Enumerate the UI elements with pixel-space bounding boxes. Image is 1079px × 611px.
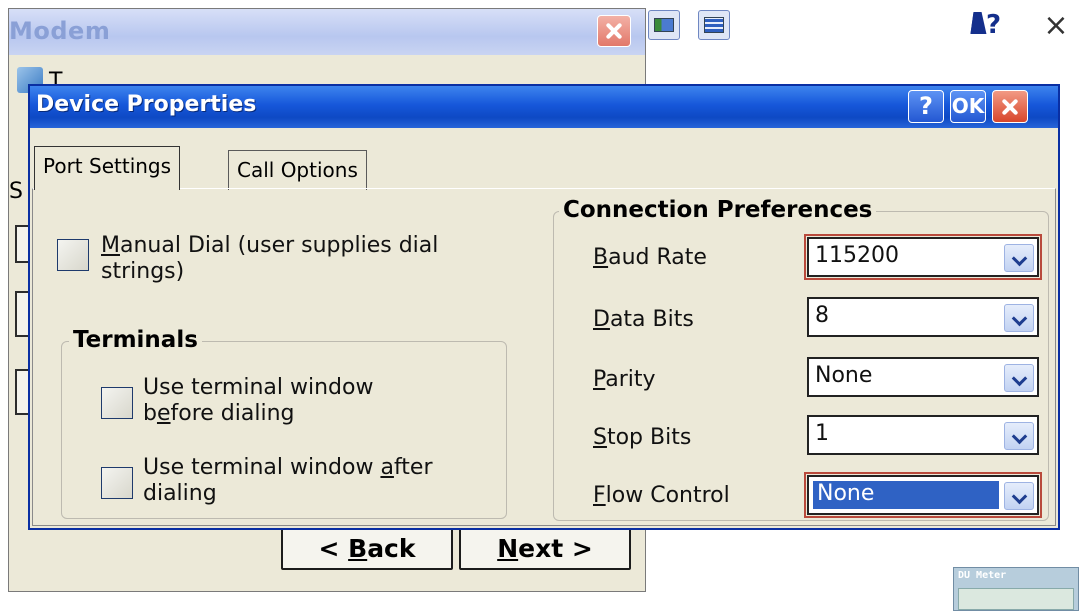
flow-control-value: None (817, 481, 875, 506)
port-settings-panel: Manual Dial (user supplies dial strings)… (32, 188, 1056, 526)
terminal-after-text-rest: fter (393, 455, 433, 480)
modem-title: Modem (9, 17, 111, 45)
manual-dial-label[interactable]: Manual Dial (user supplies dial strings) (101, 233, 438, 285)
parity-select[interactable]: None (807, 357, 1039, 397)
chevron-down-icon[interactable] (1004, 244, 1034, 272)
flow-control-text: low Control (605, 483, 730, 508)
next-button[interactable]: Next > (459, 527, 631, 570)
manual-dial-checkbox[interactable] (57, 239, 89, 271)
flow-control-select[interactable]: None (804, 472, 1042, 518)
next-accesskey: N (497, 534, 519, 563)
modem-text-fragment: S (9, 179, 23, 204)
flow-control-label: Flow Control (593, 483, 730, 508)
data-bits-value: 8 (815, 303, 829, 328)
app-icon (704, 17, 724, 33)
baud-rate-value: 115200 (815, 243, 899, 268)
tab-call-options[interactable]: Call Options (228, 150, 367, 190)
manual-dial-text-line2: strings) (101, 259, 185, 284)
stop-bits-label: Stop Bits (593, 425, 691, 450)
terminal-before-text-rest: fore dialing (170, 401, 295, 426)
parity-value: None (815, 363, 873, 388)
terminal-before-text: Use terminal window (143, 375, 374, 400)
cursor-arrow (970, 12, 990, 34)
terminals-group-title: Terminals (69, 327, 202, 353)
data-bits-text: ata Bits (609, 307, 694, 332)
terminal-after-text: Use terminal window (143, 455, 381, 480)
terminal-before-accesskey: e (156, 401, 171, 426)
help-button[interactable]: ? (908, 90, 944, 123)
data-bits-accesskey: D (593, 307, 610, 332)
back-button[interactable]: < Back (281, 527, 453, 570)
terminal-after-label[interactable]: Use terminal window after dialing (143, 455, 433, 507)
stop-bits-text: top Bits (606, 425, 692, 450)
du-meter-widget[interactable]: DU Meter (953, 567, 1079, 611)
terminal-before-text-pre: b (143, 401, 157, 426)
next-label: ext > (518, 534, 593, 563)
terminal-after-accesskey: a (380, 455, 394, 480)
app-icon (654, 18, 674, 32)
parity-label: Parity (593, 367, 656, 392)
flow-control-selection: None (813, 481, 999, 509)
du-meter-graph (958, 588, 1074, 610)
terminal-before-label[interactable]: Use terminal window before dialing (143, 375, 373, 427)
close-icon[interactable]: × (1038, 8, 1074, 43)
dialog-title: Device Properties (36, 92, 257, 117)
dialog-titlebar[interactable]: Device Properties ? OK (30, 86, 1058, 128)
stop-bits-select[interactable]: 1 (807, 415, 1039, 455)
ok-button[interactable]: OK (950, 90, 986, 123)
dialog-close-button[interactable] (992, 90, 1028, 123)
manual-dial-text: anual Dial (user supplies dial (119, 233, 439, 258)
manual-dial-accesskey: M (101, 233, 120, 258)
baud-rate-accesskey: B (593, 245, 609, 270)
back-accesskey: B (348, 534, 368, 563)
terminal-before-checkbox[interactable] (101, 387, 133, 419)
terminal-after-text-line2: dialing (143, 481, 217, 506)
data-bits-select[interactable]: 8 (807, 297, 1039, 337)
stop-bits-value: 1 (815, 421, 829, 446)
parity-text: arity (605, 367, 656, 392)
help-cursor-icon[interactable]: ? (970, 10, 1012, 42)
terminal-after-checkbox[interactable] (101, 467, 133, 499)
back-prefix: < (318, 534, 349, 563)
tray-button[interactable] (648, 10, 680, 40)
data-bits-label: Data Bits (593, 307, 694, 332)
parity-accesskey: P (593, 367, 606, 392)
chevron-down-icon[interactable] (1004, 482, 1034, 510)
baud-rate-text: aud Rate (608, 245, 707, 270)
stop-bits-accesskey: S (593, 425, 607, 450)
back-label: ack (367, 534, 416, 563)
baud-rate-select[interactable]: 115200 (804, 234, 1042, 280)
tray-button[interactable] (698, 10, 730, 40)
flow-control-accesskey: F (593, 483, 606, 508)
tab-port-settings[interactable]: Port Settings (34, 146, 181, 190)
device-properties-dialog: Device Properties ? OK Port Settings Cal… (28, 84, 1060, 530)
baud-rate-label: Baud Rate (593, 245, 707, 270)
chevron-down-icon[interactable] (1004, 364, 1034, 392)
chevron-down-icon[interactable] (1004, 304, 1034, 332)
close-icon (598, 16, 630, 46)
chevron-down-icon[interactable] (1004, 422, 1034, 450)
du-meter-title: DU Meter (958, 570, 1007, 581)
modem-titlebar: Modem (9, 9, 645, 55)
connection-preferences-title: Connection Preferences (559, 197, 877, 223)
close-icon (993, 91, 1027, 122)
modem-close-button[interactable] (597, 15, 631, 47)
